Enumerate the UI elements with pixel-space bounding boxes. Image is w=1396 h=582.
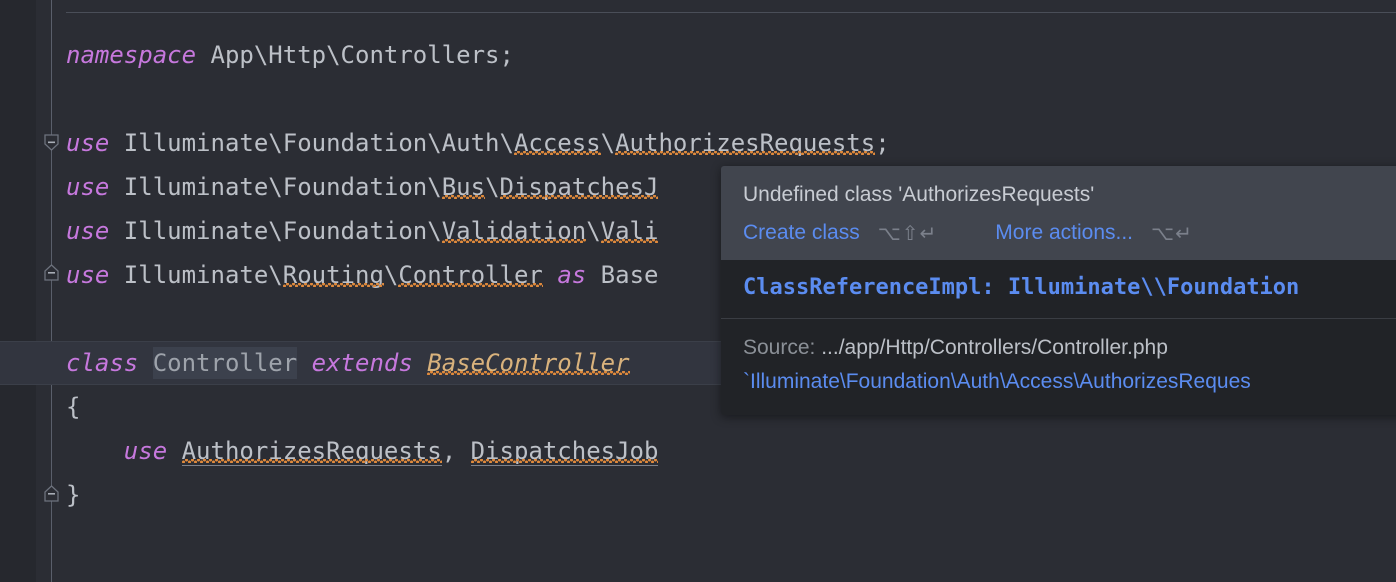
editor-window: namespace App\Http\Controllers; use Illu…	[0, 0, 1396, 582]
code-line-use-basecontroller: use Illuminate\Routing\Controller as Bas…	[66, 253, 658, 297]
namespace-separator	[66, 12, 1396, 13]
source-path: .../app/Http/Controllers/Controller.php	[821, 336, 1168, 359]
keyword-use: use	[66, 129, 110, 157]
fully-qualified-name[interactable]: `Illuminate\Foundation\Auth\Access\Autho…	[743, 365, 1396, 399]
editor-fold-gutter[interactable]	[36, 0, 60, 582]
import-segment-access: Access	[513, 129, 601, 157]
keyword-namespace: namespace	[66, 41, 197, 69]
import-separator: \	[485, 173, 500, 201]
source-label: Source:	[743, 336, 822, 359]
import-segment-routing: Routing	[282, 261, 384, 289]
tooltip-reference-section: ClassReferenceImpl: Illuminate\\Foundati…	[721, 260, 1396, 319]
import-segment-validatesrequests: Vali	[600, 217, 659, 245]
more-actions-shortcut: ⌥↵	[1151, 222, 1193, 245]
keyword-as: as	[557, 261, 587, 289]
comma: ,	[441, 437, 471, 465]
import-separator: \	[600, 129, 616, 157]
keyword-use: use	[66, 261, 110, 289]
brace-open: {	[66, 393, 81, 421]
fold-marker-expanded-close[interactable]	[43, 485, 60, 502]
create-class-shortcut: ⌥⇧↵	[877, 222, 938, 245]
code-line-namespace: namespace App\Http\Controllers;	[66, 33, 514, 77]
code-line-trait-use: use AuthorizesRequests, DispatchesJob	[66, 429, 659, 473]
code-line-use-authorizes: use Illuminate\Foundation\Auth\Access\Au…	[66, 121, 890, 165]
import-prefix: Illuminate\Foundation\Auth\	[109, 129, 514, 157]
import-segment-bus: Bus	[441, 173, 486, 201]
keyword-use: use	[66, 173, 110, 201]
parent-class-basecontroller[interactable]: BaseController	[427, 349, 629, 377]
import-prefix: Illuminate\Foundation\	[109, 217, 442, 245]
import-separator: \	[586, 217, 601, 245]
create-class-link[interactable]: Create class	[743, 218, 860, 248]
namespace-path: App\Http\Controllers;	[196, 41, 514, 69]
import-prefix: Illuminate\Foundation\	[109, 173, 442, 201]
statement-terminator: ;	[875, 129, 890, 157]
editor-annotation-gutter	[0, 0, 36, 582]
brace-close: }	[66, 481, 81, 509]
lightbulb-icon[interactable]	[76, 305, 195, 379]
code-line-class-declaration: class Controller extends BaseController	[66, 341, 630, 385]
code-line-close-brace: }	[66, 473, 80, 517]
trait-dispatchesjobs[interactable]: DispatchesJob	[470, 437, 659, 466]
class-name-identifier[interactable]: Controller	[152, 347, 298, 379]
import-prefix: Illuminate\	[109, 261, 283, 289]
tooltip-action-row: Create class ⌥⇧↵ More actions... ⌥↵	[743, 216, 1396, 250]
keyword-class: class	[66, 349, 139, 377]
import-alias: Base	[586, 261, 659, 289]
source-row: Source: .../app/Http/Controllers/Control…	[743, 331, 1396, 365]
keyword-use: use	[123, 437, 168, 465]
code-line-use-validatesrequests: use Illuminate\Foundation\Validation\Val…	[66, 209, 658, 253]
code-line-use-dispatchesjobs: use Illuminate\Foundation\Bus\Dispatches…	[66, 165, 658, 209]
fold-marker-expanded-open[interactable]	[43, 134, 60, 151]
code-line-open-brace: {	[66, 385, 80, 429]
keyword-use: use	[66, 217, 110, 245]
tooltip-header: Undefined class 'AuthorizesRequests' Cre…	[721, 166, 1396, 260]
import-segment-authorizesrequests: AuthorizesRequests	[615, 129, 876, 157]
import-segment-validation: Validation	[441, 217, 587, 245]
keyword-extends: extends	[311, 349, 413, 377]
fold-marker-expanded-close[interactable]	[43, 264, 60, 281]
import-separator: \	[383, 261, 399, 289]
import-segment-dispatchesjobs: DispatchesJ	[499, 173, 659, 201]
tooltip-title: Undefined class 'AuthorizesRequests'	[743, 183, 1095, 206]
more-actions-link[interactable]: More actions...	[995, 218, 1133, 248]
inspection-tooltip[interactable]: Undefined class 'AuthorizesRequests' Cre…	[721, 166, 1396, 415]
class-reference-impl-text: ClassReferenceImpl: Illuminate\\Foundati…	[743, 275, 1300, 300]
import-segment-controller: Controller	[398, 261, 543, 289]
trait-authorizesrequests[interactable]: AuthorizesRequests	[181, 437, 442, 466]
tooltip-body: Source: .../app/Http/Controllers/Control…	[721, 319, 1396, 415]
